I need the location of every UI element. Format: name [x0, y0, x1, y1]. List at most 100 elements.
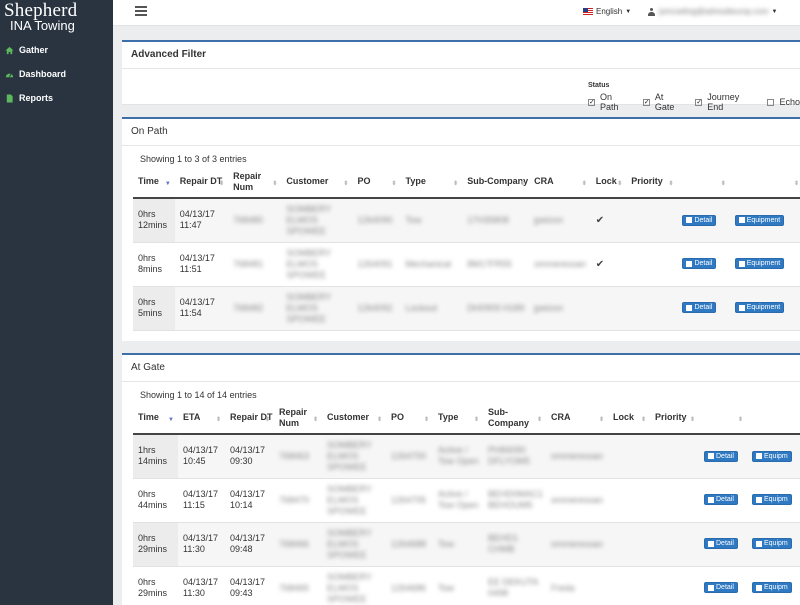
table-row[interactable]: 0hrs 12mins 04/13/17 11:47 768480 SOMBERY E…: [133, 198, 800, 243]
column-header[interactable]: Type ⬍: [400, 166, 463, 199]
detail-button[interactable]: Detail: [682, 214, 717, 226]
cell-value: 1264688: [391, 538, 427, 549]
column-header[interactable]: PO ⬍: [386, 402, 433, 435]
column-header[interactable]: Priority ⬍: [650, 402, 699, 435]
lock-cell: ✔: [590, 242, 627, 287]
detail-button[interactable]: Detail: [682, 302, 717, 314]
sort-both-icon: ⬍: [617, 181, 623, 187]
column-header[interactable]: Repair DT ⬍: [225, 402, 274, 435]
advanced-filter-panel: Advanced Filter Status ✓ On Path ✓ At Gate…: [122, 40, 800, 112]
column-header[interactable]: Sub-Company ⬍: [462, 166, 530, 199]
table-cell: 768480: [228, 198, 282, 243]
status-checkbox-echo[interactable]: Echo: [767, 92, 800, 112]
table-cell: 04/13/17 09:43: [225, 566, 274, 605]
cell-value: 17H35808: [467, 214, 509, 225]
equipment-button[interactable]: Equipment: [734, 214, 785, 226]
brand-line2: INA Towing: [10, 18, 75, 33]
table-row[interactable]: 1hrs 14mins 04/13/17 10:45 04/13/17 09:30 7…: [133, 434, 800, 479]
priority-cell: [650, 478, 699, 523]
cell-value: 768466: [279, 538, 310, 549]
advanced-filter-title[interactable]: Advanced Filter: [122, 42, 800, 69]
edit-icon: [686, 260, 693, 267]
cell-value: 0hrs 44mins: [138, 489, 168, 510]
table-cell: Mechanical: [400, 242, 463, 287]
menu-toggle-icon[interactable]: [135, 6, 147, 18]
priority-cell: [650, 566, 699, 605]
column-header[interactable]: Repair DT ⬍: [174, 166, 229, 199]
button-label: Equipm: [764, 540, 788, 548]
column-header[interactable]: ⬍: [677, 166, 730, 199]
sidebar-item-dashboard[interactable]: Dashboard: [0, 62, 113, 86]
detail-button[interactable]: Detail: [682, 258, 717, 270]
user-menu[interactable]: jsmcseling@adresdieurop.com ▼: [648, 7, 777, 16]
column-header[interactable]: Repair Num ⬍: [274, 402, 322, 435]
detail-button[interactable]: Detail: [704, 538, 738, 550]
column-header[interactable]: ⬍: [729, 166, 800, 199]
sort-both-icon: ⬍: [264, 417, 270, 423]
column-header[interactable]: Customer ⬍: [281, 166, 353, 199]
table-row[interactable]: 0hrs 8mins 04/13/17 11:51 768481 SOMBERY EL…: [133, 242, 800, 287]
column-header-label: ETA: [183, 412, 201, 422]
cell-value: 0hrs 29mins: [138, 577, 168, 598]
table-row[interactable]: 0hrs 29mins 04/13/17 11:30 04/13/17 09:48 7…: [133, 522, 800, 567]
table-cell: SOMBERY ELMOS SPOWEE: [322, 566, 386, 605]
status-checkbox-on-path[interactable]: ✓ On Path: [588, 92, 633, 112]
language-selector[interactable]: English ▼: [583, 7, 631, 16]
status-checkbox-journey-end[interactable]: ✓ Journey End: [695, 92, 757, 112]
on-path-title: On Path: [122, 119, 800, 146]
cell-value: 1264705: [391, 494, 427, 505]
table-row[interactable]: 0hrs 44mins 04/13/17 11:15 04/13/17 10:14 7…: [133, 478, 800, 523]
cell-value: 04/13/17 09:48: [230, 533, 266, 554]
cell-value: 1264686: [391, 582, 427, 593]
table-row[interactable]: 0hrs 5mins 04/13/17 11:54 768482 SOMBERY EL…: [133, 286, 800, 331]
equipment-button[interactable]: Equipment: [734, 302, 785, 314]
equipment-button[interactable]: Equipment: [734, 258, 785, 270]
table-cell: ommeressan: [546, 434, 608, 479]
cell-value: Tow: [438, 538, 455, 549]
truck-icon: [738, 260, 745, 267]
column-header[interactable]: Time ▼: [133, 166, 175, 199]
column-header[interactable]: Lock ⬍: [608, 402, 650, 435]
detail-button[interactable]: Detail: [704, 450, 738, 462]
column-header[interactable]: Lock ⬍: [590, 166, 627, 199]
status-checkbox-at-gate[interactable]: ✓ At Gate: [642, 92, 685, 112]
cell-value: SOMBERY ELMOS SPOWEE: [286, 247, 332, 280]
cell-value: 04/13/17 11:54: [179, 297, 215, 318]
cell-value: BEHD1 CHMB: [488, 533, 519, 554]
column-header[interactable]: Type ⬍: [433, 402, 483, 435]
column-header[interactable]: Repair Num ⬍: [228, 166, 282, 199]
equipment-button[interactable]: Equipm: [752, 582, 792, 594]
equipment-button[interactable]: Equipm: [752, 450, 792, 462]
on-path-table: Time ▼ Repair DT ⬍ Repair Num ⬍ Customer ⬍ PO ⬍ Ty…: [133, 166, 800, 331]
column-header-label: Repair DT: [179, 176, 223, 186]
column-header[interactable]: PO ⬍: [352, 166, 401, 199]
cell-value: 04/13/17 11:51: [179, 253, 215, 274]
column-header[interactable]: ETA ⬍: [178, 402, 225, 435]
table-cell: 768466: [274, 522, 322, 567]
on-path-body: 0hrs 12mins 04/13/17 11:47 768480 SOMBERY E…: [133, 198, 800, 331]
sidebar-item-reports[interactable]: Reports: [0, 86, 113, 110]
detail-cell: Detail: [677, 286, 730, 331]
column-header[interactable]: ⬍: [747, 402, 800, 435]
column-header[interactable]: CRA ⬍: [529, 166, 591, 199]
edit-icon: [708, 584, 714, 591]
column-header[interactable]: Sub-Company ⬍: [483, 402, 546, 435]
equipment-cell: Equipment: [729, 286, 800, 331]
sidebar: Shepherd INA Towing Gather Dashboard Rep…: [0, 0, 113, 605]
table-cell: 0hrs 44mins: [133, 478, 178, 523]
column-header[interactable]: Customer ⬍: [322, 402, 386, 435]
equipment-button[interactable]: Equipm: [752, 538, 792, 550]
detail-button[interactable]: Detail: [704, 582, 738, 594]
truck-icon: [756, 453, 762, 459]
column-header[interactable]: ⬍: [699, 402, 747, 435]
column-header[interactable]: Priority ⬍: [626, 166, 678, 199]
table-row[interactable]: 0hrs 29mins 04/13/17 11:30 04/13/17 09:43 7…: [133, 566, 800, 605]
sidebar-item-gather[interactable]: Gather: [0, 38, 113, 62]
brand-logo[interactable]: Shepherd INA Towing: [0, 0, 113, 34]
table-cell: 768470: [274, 478, 322, 523]
cell-value: 0hrs 8mins: [138, 253, 163, 274]
column-header[interactable]: CRA ⬍: [546, 402, 608, 435]
equipment-button[interactable]: Equipm: [752, 494, 792, 506]
column-header[interactable]: Time ▼: [133, 402, 178, 435]
detail-button[interactable]: Detail: [704, 494, 738, 506]
